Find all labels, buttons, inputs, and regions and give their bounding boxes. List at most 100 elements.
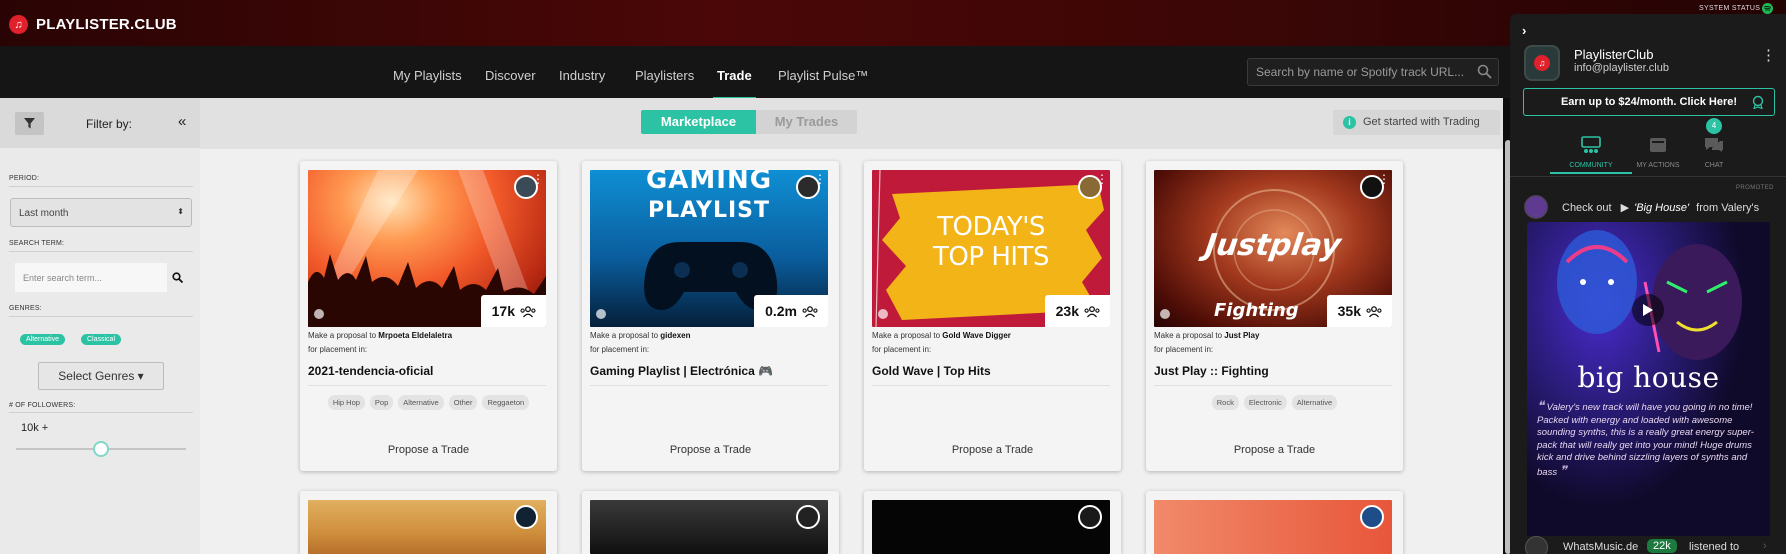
genre-tag: Rock	[1211, 395, 1239, 410]
feed-check-out: Check out	[1562, 202, 1612, 214]
music-note-icon: ♫	[9, 15, 28, 34]
owner-name[interactable]: Mrpoeta Eldelaletra	[378, 331, 452, 340]
genre-tag-classical[interactable]: Classical	[81, 334, 122, 345]
owner-avatar[interactable]	[796, 505, 820, 529]
chevron-right-icon[interactable]: ›	[1522, 23, 1526, 38]
tab-my-trades[interactable]: My Trades	[756, 110, 857, 134]
badge-icon	[1751, 95, 1765, 109]
followers-count: 0.2m	[765, 303, 797, 319]
more-options-icon[interactable]: ⋮	[1096, 173, 1108, 185]
select-arrows-icon: ⬍	[177, 207, 184, 216]
propose-trade-button[interactable]: Propose a Trade	[864, 444, 1121, 456]
genre-tag: Alternative	[1291, 395, 1338, 410]
nav-my-playlists[interactable]: My Playlists	[393, 68, 462, 98]
genre-tag-alternative[interactable]: Alternative	[20, 334, 66, 345]
quote-open-icon: ❝	[1537, 398, 1544, 413]
search-term-input[interactable]	[15, 263, 167, 292]
owner-name[interactable]: gidexen	[660, 331, 690, 340]
proposal-prefix: Make a proposal to	[590, 331, 659, 340]
nav-discover[interactable]: Discover	[485, 68, 536, 98]
community-panel: › ♫ PlaylisterClub info@playlister.club …	[1510, 14, 1786, 554]
search-icon[interactable]	[1477, 64, 1492, 79]
feed-user-name[interactable]: WhatsMusic.de	[1563, 541, 1638, 553]
spotify-icon[interactable]	[878, 309, 888, 319]
divider	[308, 385, 546, 386]
promo-track-card[interactable]: big house ❝ Valery's new track will have…	[1527, 222, 1770, 544]
user-avatar[interactable]	[1525, 536, 1548, 554]
earn-label: Earn up to $24/month. Click Here!	[1560, 96, 1738, 108]
get-started-button[interactable]: i Get started with Trading	[1333, 110, 1500, 135]
filter-icon[interactable]	[15, 112, 44, 135]
followers-count: 23k	[1055, 303, 1079, 319]
feed-item[interactable]: WhatsMusic.de 22k listened to ›	[1525, 536, 1770, 554]
chevron-right-icon[interactable]: ›	[1763, 540, 1767, 552]
divider	[1154, 385, 1392, 386]
spotify-icon[interactable]	[1160, 309, 1170, 319]
more-options-icon[interactable]: ⋮	[532, 173, 544, 185]
promo-quote: ❝ Valery's new track will have you going…	[1537, 398, 1763, 479]
owner-avatar[interactable]	[1360, 505, 1384, 529]
profile-name: PlaylisterClub	[1574, 47, 1654, 62]
nav-playlisters[interactable]: Playlisters	[635, 68, 694, 98]
main-nav: My Playlists Discover Industry Playliste…	[0, 46, 1510, 99]
caret-down-icon: ▾	[137, 369, 144, 383]
more-options-icon[interactable]: ⋮	[1761, 46, 1776, 64]
search-input[interactable]	[1248, 59, 1468, 85]
playlist-cover[interactable]	[872, 500, 1110, 554]
propose-trade-button[interactable]: Propose a Trade	[300, 444, 557, 456]
spotify-icon[interactable]	[314, 309, 324, 319]
profile-avatar[interactable]: ♫	[1524, 45, 1560, 81]
select-genres-button[interactable]: Select Genres ▾	[38, 362, 164, 390]
playlist-cover[interactable]: GAMING PLAYLIST ⋮ 0.2m	[590, 170, 828, 327]
divider	[872, 385, 1110, 386]
owner-avatar[interactable]	[514, 505, 538, 529]
proposal-prefix: Make a proposal to	[872, 331, 941, 340]
brand-name: PLAYLISTER.CLUB	[36, 16, 177, 33]
info-icon: i	[1343, 116, 1356, 129]
more-options-icon[interactable]: ⋮	[814, 173, 826, 185]
track-name[interactable]: 'Big House'	[1634, 202, 1689, 214]
period-select[interactable]: Last month ⬍	[10, 198, 192, 227]
divider	[9, 412, 193, 413]
select-genres-label: Select Genres	[58, 369, 135, 383]
nav-industry[interactable]: Industry	[559, 68, 605, 98]
spotify-icon[interactable]	[596, 309, 606, 319]
nav-playlist-pulse[interactable]: Playlist Pulse™	[778, 68, 868, 98]
collapse-chevrons-icon[interactable]: «	[178, 113, 186, 130]
earn-button[interactable]: Earn up to $24/month. Click Here!	[1523, 88, 1775, 116]
playlist-cover[interactable]: Justplay Fighting ⋮ 35k	[1154, 170, 1392, 327]
followers-slider-handle[interactable]	[93, 441, 109, 457]
filter-header: Filter by: «	[0, 98, 200, 148]
propose-trade-button[interactable]: Propose a Trade	[582, 444, 839, 456]
filter-label: Filter by:	[86, 117, 133, 131]
system-status-label[interactable]: SYSTEM STATUS	[1699, 5, 1760, 12]
more-options-icon[interactable]: ⋮	[1378, 173, 1390, 185]
cover-title-line1: TODAY'S	[937, 212, 1045, 242]
spotify-status-icon[interactable]	[1762, 3, 1773, 14]
user-avatar[interactable]	[1524, 195, 1548, 219]
propose-trade-button[interactable]: Propose a Trade	[1146, 444, 1403, 456]
playlist-name[interactable]: Gold Wave | Top Hits	[872, 364, 991, 378]
play-button[interactable]	[1632, 294, 1664, 326]
playlist-cover[interactable]	[590, 500, 828, 554]
feed-from[interactable]: from Valery's	[1696, 202, 1759, 214]
playlist-cover[interactable]	[1154, 500, 1392, 554]
playlist-name[interactable]: Just Play :: Fighting	[1154, 364, 1269, 378]
owner-name[interactable]: Just Play	[1224, 331, 1259, 340]
playlist-cover[interactable]	[308, 500, 546, 554]
search-term-icon[interactable]	[172, 270, 184, 288]
playlist-name[interactable]: Gaming Playlist | Electrónica 🎮	[590, 364, 773, 378]
nav-trade[interactable]: Trade	[713, 68, 756, 99]
play-icon[interactable]: ▶	[1621, 202, 1629, 214]
owner-avatar[interactable]	[1078, 505, 1102, 529]
owner-name[interactable]: Gold Wave Digger	[942, 331, 1011, 340]
playlist-cover[interactable]: TODAY'S TOP HITS ⋮ 23k	[872, 170, 1110, 327]
playlist-cover[interactable]: ⋮ 17k	[308, 170, 546, 327]
feed-item-text: Check out ▶ 'Big House' from Valery's	[1562, 201, 1759, 214]
playlist-card	[582, 491, 839, 554]
divider	[590, 385, 828, 386]
tab-marketplace[interactable]: Marketplace	[641, 110, 756, 134]
divider	[9, 251, 193, 252]
logo[interactable]: ♫ PLAYLISTER.CLUB	[9, 15, 177, 34]
playlist-name[interactable]: 2021-tendencia-oficial	[308, 364, 433, 378]
